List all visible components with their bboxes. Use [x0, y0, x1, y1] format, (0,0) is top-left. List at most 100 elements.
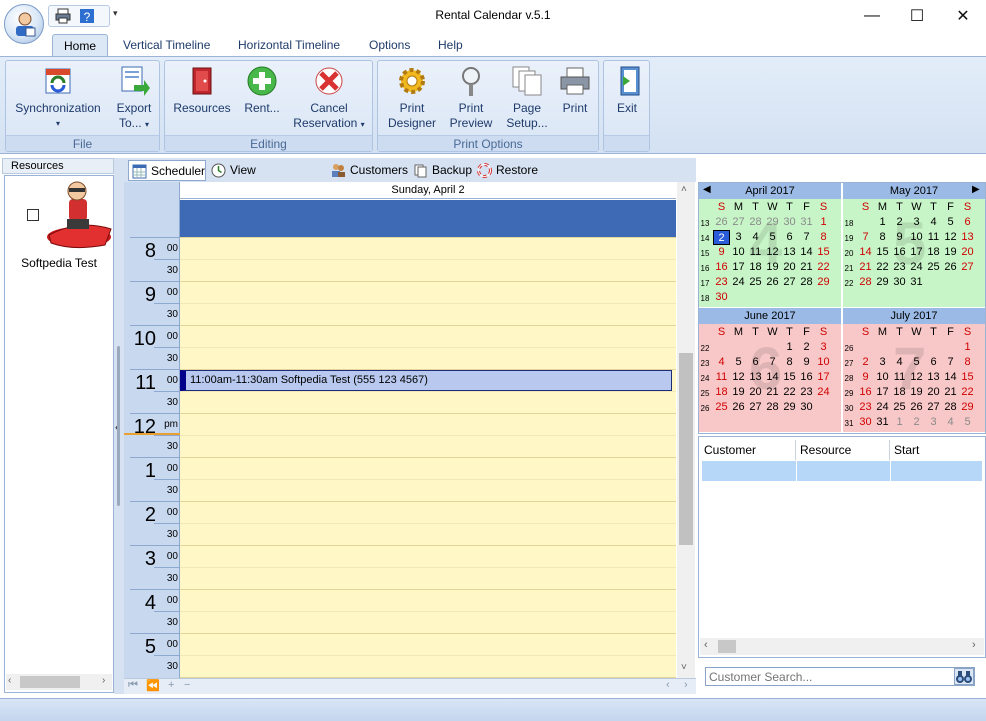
calendar-day[interactable]: 26 — [942, 260, 959, 275]
calendar-day[interactable]: 9 — [891, 230, 908, 245]
scroll-down-icon[interactable]: ˅ — [681, 662, 687, 673]
month-header[interactable]: April 2017 — [699, 183, 841, 199]
calendar-day[interactable]: 30 — [781, 215, 798, 230]
calendar-day[interactable]: 21 — [942, 385, 959, 400]
synchronization-button[interactable]: Synchronization ▾ — [12, 65, 104, 131]
calendar-day[interactable]: 23 — [857, 400, 874, 415]
resources-button[interactable]: Resources — [171, 65, 233, 116]
tab-scheduler[interactable]: Scheduler — [128, 160, 206, 181]
calendar-day[interactable]: 21 — [764, 385, 781, 400]
calendar-day[interactable]: 13 — [747, 370, 764, 385]
calendar-day[interactable]: 9 — [713, 245, 730, 260]
calendar-day[interactable]: 3 — [874, 355, 891, 370]
calendar-day[interactable]: 21 — [857, 260, 874, 275]
calendar-day[interactable]: 3 — [925, 415, 942, 430]
calendar-day[interactable]: 25 — [925, 260, 942, 275]
calendar-day[interactable]: 12 — [764, 245, 781, 260]
calendar-day[interactable]: 27 — [747, 400, 764, 415]
calendar-day[interactable]: 3 — [730, 230, 747, 245]
calendar-day[interactable]: 30 — [891, 275, 908, 290]
customer-search-input[interactable] — [705, 667, 975, 686]
calendar-day[interactable]: 13 — [781, 245, 798, 260]
calendar-day[interactable]: 13 — [925, 370, 942, 385]
calendar-day[interactable]: 25 — [747, 275, 764, 290]
calendar-day[interactable]: 5 — [942, 215, 959, 230]
calendar-day[interactable]: 26 — [730, 400, 747, 415]
calendar-day[interactable]: 1 — [815, 215, 832, 230]
calendar-day[interactable]: 14 — [857, 245, 874, 260]
customer-list-hscrollbar[interactable]: ‹ › — [700, 638, 984, 655]
month-header[interactable]: July 2017 — [843, 308, 985, 324]
calendar-day[interactable]: 19 — [908, 385, 925, 400]
calendar-day[interactable]: 5 — [959, 415, 976, 430]
calendar-day[interactable]: 5 — [908, 355, 925, 370]
all-day-area[interactable] — [180, 200, 676, 237]
calendar-day[interactable]: 29 — [781, 400, 798, 415]
calendar-day[interactable]: 17 — [874, 385, 891, 400]
calendar-day[interactable]: 12 — [730, 370, 747, 385]
export-button[interactable]: Export To... ▾ — [110, 65, 158, 132]
first-icon[interactable]: ⏮ — [128, 679, 138, 692]
calendar-day[interactable]: 27 — [959, 260, 976, 275]
resource-checkbox[interactable] — [27, 209, 39, 221]
calendar-day[interactable]: 1 — [959, 340, 976, 355]
calendar-day[interactable]: 27 — [781, 275, 798, 290]
calendar-day[interactable]: 4 — [891, 355, 908, 370]
calendar-day[interactable]: 20 — [781, 260, 798, 275]
customer-search-button[interactable] — [954, 668, 974, 685]
column-start[interactable]: Start — [890, 440, 982, 460]
calendar-day[interactable]: 6 — [781, 230, 798, 245]
calendar-day[interactable]: 24 — [730, 275, 747, 290]
calendar-day[interactable]: 7 — [764, 355, 781, 370]
calendar-day[interactable]: 7 — [857, 230, 874, 245]
calendar-day[interactable]: 28 — [747, 215, 764, 230]
calendar-day[interactable]: 28 — [857, 275, 874, 290]
cancel-reservation-button[interactable]: Cancel Reservation ▾ — [291, 65, 367, 132]
calendar-day[interactable]: 15 — [959, 370, 976, 385]
calendar-day[interactable]: 30 — [798, 400, 815, 415]
calendar-day[interactable]: 4 — [942, 415, 959, 430]
calendar-day[interactable]: 5 — [730, 355, 747, 370]
calendar-day[interactable]: 17 — [730, 260, 747, 275]
calendar-day[interactable]: 20 — [925, 385, 942, 400]
calendar-day[interactable]: 7 — [798, 230, 815, 245]
calendar-day[interactable]: 28 — [764, 400, 781, 415]
tab-options[interactable]: Options — [363, 34, 416, 57]
remove-icon[interactable]: − — [184, 679, 190, 691]
calendar-day[interactable]: 24 — [908, 260, 925, 275]
calendar-day[interactable]: 23 — [713, 275, 730, 290]
prev-month-icon[interactable]: ◀ — [703, 184, 711, 195]
resource-label[interactable]: Softpedia Test — [5, 256, 113, 270]
month-header[interactable]: June 2017 — [699, 308, 841, 324]
calendar-day[interactable]: 29 — [815, 275, 832, 290]
calendar-day[interactable]: 8 — [815, 230, 832, 245]
calendar-day[interactable]: 1 — [781, 340, 798, 355]
calendar-day[interactable]: 22 — [874, 260, 891, 275]
column-customer[interactable]: Customer — [700, 440, 796, 460]
calendar-day[interactable]: 1 — [874, 215, 891, 230]
maximize-button[interactable]: ☐ — [894, 0, 940, 32]
scroll-right-icon[interactable]: › — [972, 639, 976, 651]
calendar-day[interactable]: 7 — [942, 355, 959, 370]
calendar-day[interactable]: 27 — [730, 215, 747, 230]
calendar-day[interactable]: 8 — [959, 355, 976, 370]
calendar-day[interactable]: 18 — [925, 245, 942, 260]
scheduler-scroll-thumb[interactable] — [679, 353, 693, 545]
calendar-day[interactable]: 10 — [908, 230, 925, 245]
print-designer-button[interactable]: Print Designer — [382, 65, 442, 131]
calendar-day[interactable]: 28 — [942, 400, 959, 415]
calendar-day[interactable]: 23 — [798, 385, 815, 400]
calendar-day[interactable]: 29 — [959, 400, 976, 415]
tab-home[interactable]: Home — [52, 34, 108, 57]
calendar-day[interactable]: 15 — [815, 245, 832, 260]
calendar-day[interactable]: 15 — [874, 245, 891, 260]
calendar-day[interactable]: 19 — [730, 385, 747, 400]
scroll-up-icon[interactable]: ˄ — [681, 184, 687, 195]
scroll-left-icon[interactable]: ‹ — [704, 639, 708, 651]
calendar-day[interactable]: 5 — [764, 230, 781, 245]
calendar-day[interactable]: 3 — [815, 340, 832, 355]
calendar-day[interactable]: 31 — [908, 275, 925, 290]
calendar-day[interactable]: 11 — [891, 370, 908, 385]
calendar-day[interactable]: 29 — [764, 215, 781, 230]
scroll-thumb[interactable] — [20, 676, 80, 688]
